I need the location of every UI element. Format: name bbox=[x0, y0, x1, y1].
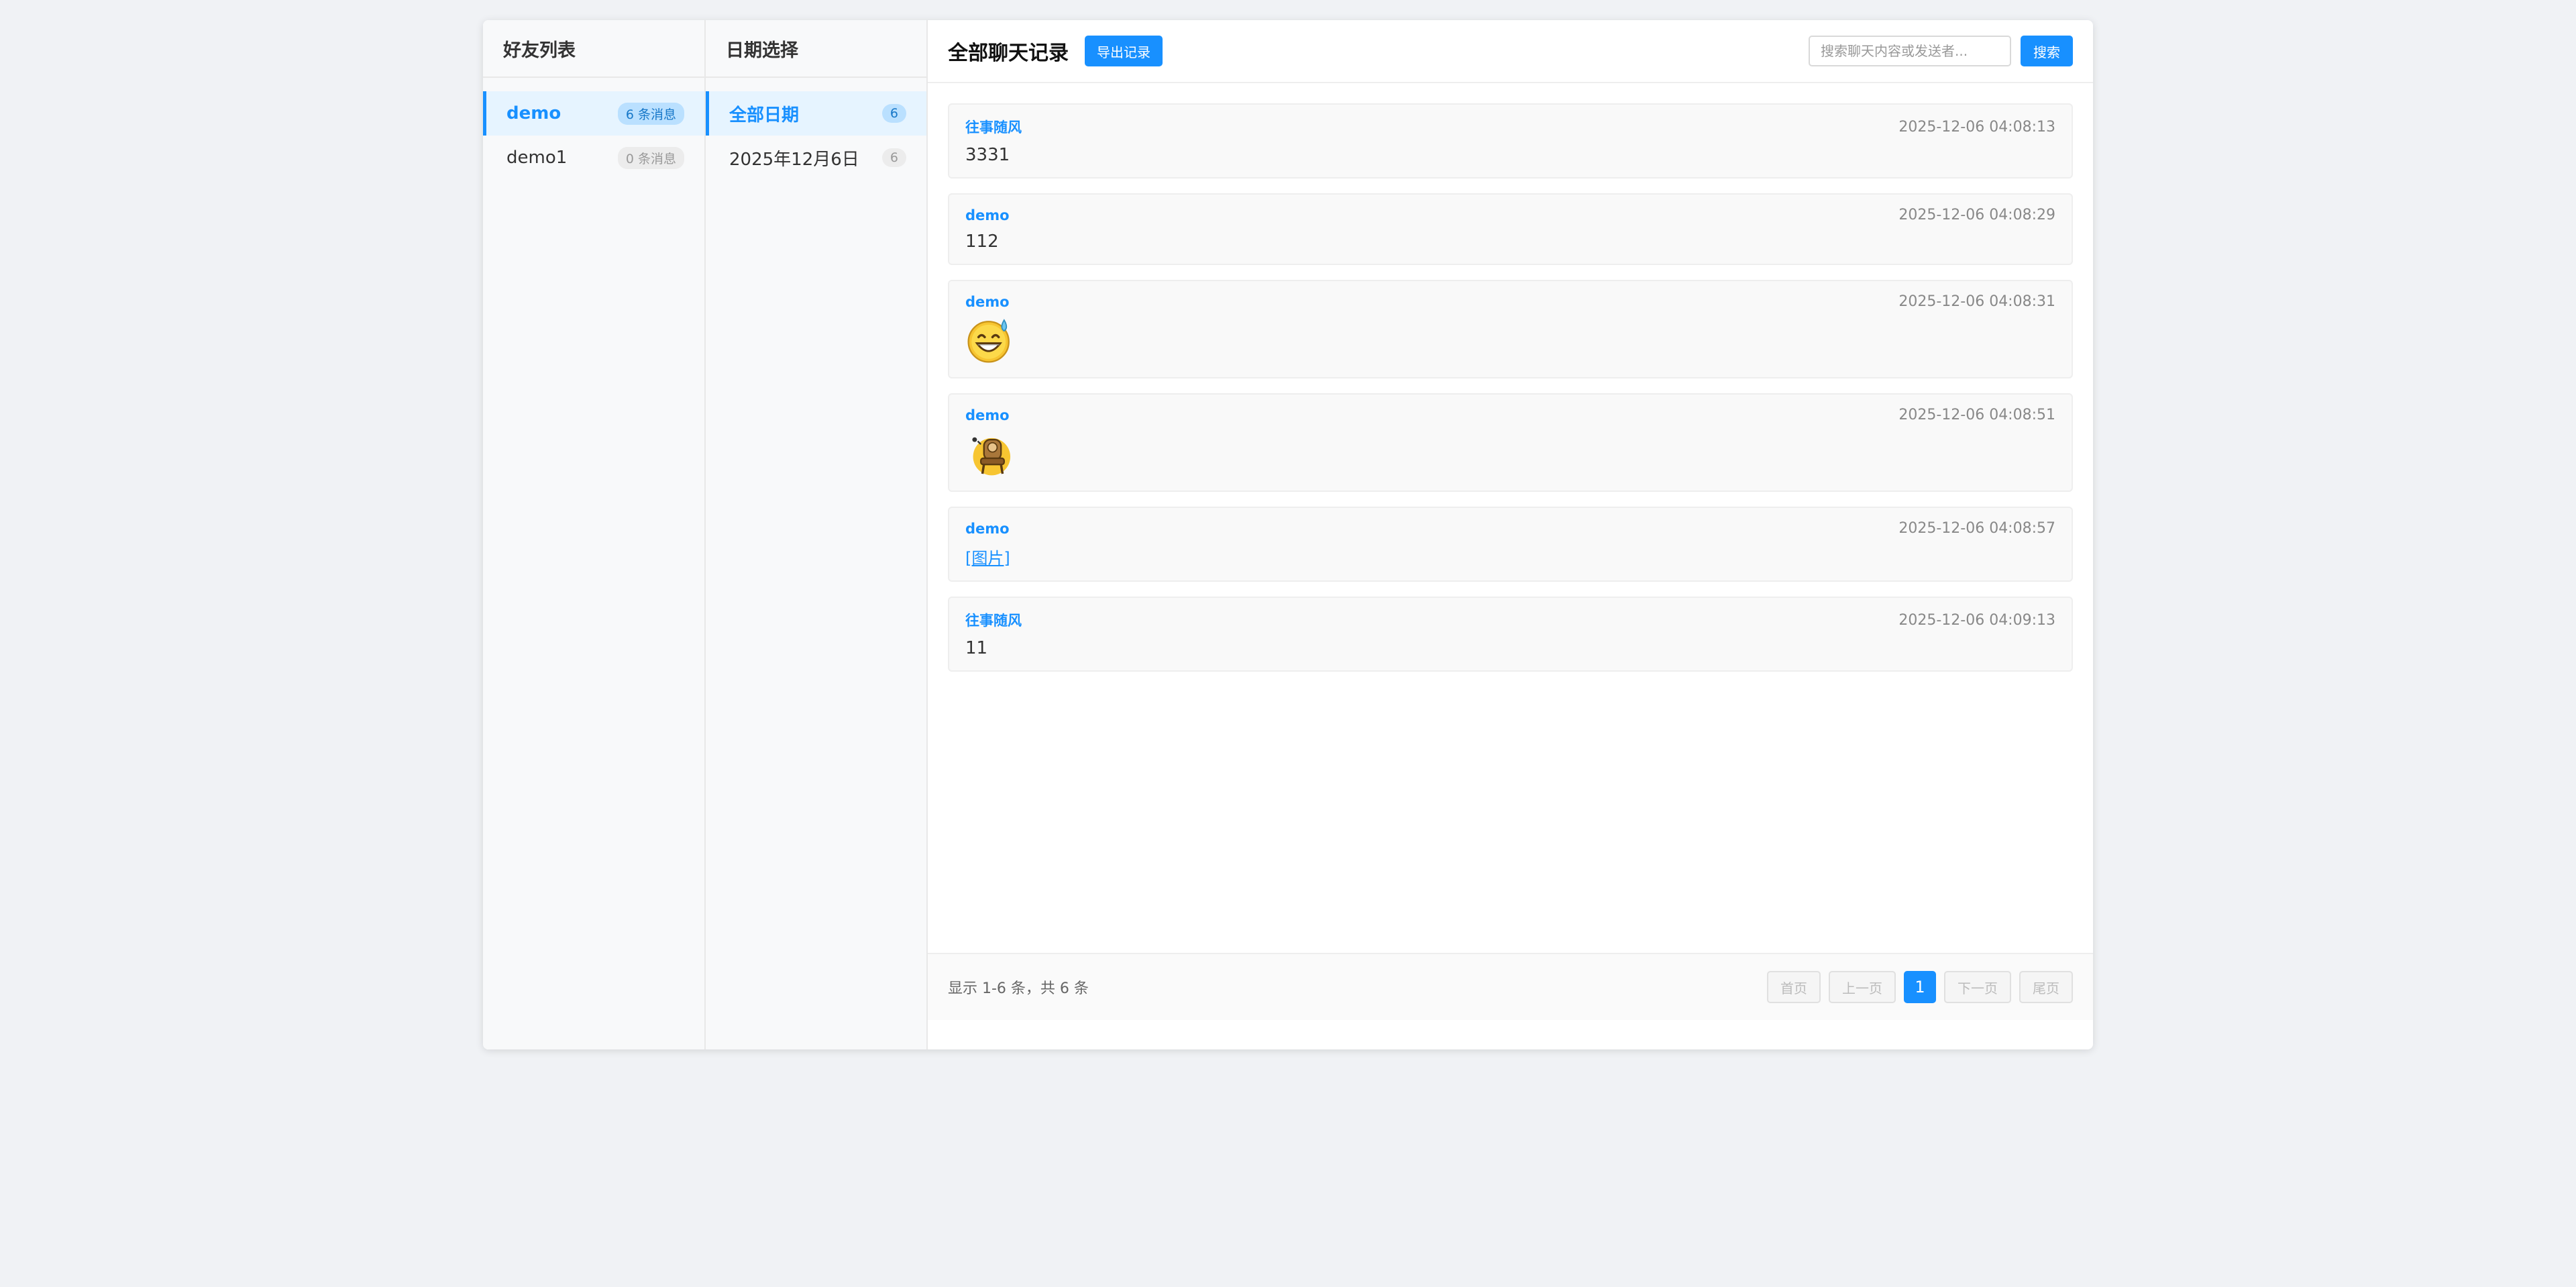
grinning-sweat-emoji-icon bbox=[967, 319, 1010, 363]
friends-title: 好友列表 bbox=[483, 20, 704, 78]
prev-page-button[interactable]: 上一页 bbox=[1829, 971, 1896, 1003]
dates-panel: 日期选择 全部日期 6 2025年12月6日 6 bbox=[706, 20, 928, 1049]
message-text: 112 bbox=[965, 231, 999, 252]
date-label: 2025年12月6日 bbox=[729, 149, 859, 170]
message-header: 往事随风 2025-12-06 04:09:13 bbox=[965, 610, 2055, 630]
message-header: 往事随风 2025-12-06 04:08:13 bbox=[965, 117, 2055, 137]
message-text: 3331 bbox=[965, 145, 1010, 165]
message-header: demo 2025-12-06 04:08:29 bbox=[965, 207, 2055, 223]
message-time: 2025-12-06 04:08:13 bbox=[1898, 118, 2055, 136]
message-item: demo 2025-12-06 04:08:51 bbox=[948, 393, 2073, 492]
export-button[interactable]: 导出记录 bbox=[1085, 36, 1163, 66]
friend-item-demo1[interactable]: demo1 0 条消息 bbox=[483, 136, 704, 180]
search-input[interactable] bbox=[1809, 36, 2011, 66]
friends-list: demo 6 条消息 demo1 0 条消息 bbox=[483, 78, 704, 180]
message-item: demo 2025-12-06 04:08:29 112 bbox=[948, 193, 2073, 265]
friend-item-demo[interactable]: demo 6 条消息 bbox=[483, 91, 704, 136]
friend-name: demo1 bbox=[506, 148, 568, 168]
last-page-button[interactable]: 尾页 bbox=[2019, 971, 2073, 1003]
chat-history-app: 好友列表 demo 6 条消息 demo1 0 条消息 日期选择 全部日期 6 … bbox=[483, 20, 2093, 1049]
pagination-info: 显示 1-6 条，共 6 条 bbox=[948, 980, 1089, 997]
message-item: demo 2025-12-06 04:08:57 [图片] bbox=[948, 507, 2073, 582]
message-content: [图片] bbox=[965, 545, 2055, 568]
chair-sticker-emoji-icon bbox=[972, 437, 1011, 476]
main-header: 全部聊天记录 导出记录 搜索 bbox=[928, 20, 2093, 83]
chat-main-panel: 全部聊天记录 导出记录 搜索 往事随风 2025-12-06 04:08:13 … bbox=[928, 20, 2093, 1049]
message-header: demo 2025-12-06 04:08:31 bbox=[965, 293, 2055, 310]
message-time: 2025-12-06 04:08:57 bbox=[1898, 520, 2055, 537]
message-time: 2025-12-06 04:08:29 bbox=[1898, 207, 2055, 223]
page-title: 全部聊天记录 bbox=[948, 42, 1069, 65]
pagination-bar: 显示 1-6 条，共 6 条 首页 上一页 1 下一页 尾页 bbox=[928, 953, 2093, 1020]
search-button[interactable]: 搜索 bbox=[2021, 36, 2073, 66]
first-page-button[interactable]: 首页 bbox=[1767, 971, 1821, 1003]
dates-list: 全部日期 6 2025年12月6日 6 bbox=[706, 78, 926, 180]
image-link[interactable]: [图片] bbox=[965, 549, 1010, 568]
date-item-all[interactable]: 全部日期 6 bbox=[706, 91, 926, 136]
message-sender[interactable]: demo bbox=[965, 521, 1010, 537]
date-item-2025-12-06[interactable]: 2025年12月6日 6 bbox=[706, 136, 926, 180]
message-time: 2025-12-06 04:09:13 bbox=[1898, 611, 2055, 629]
dates-title: 日期选择 bbox=[706, 20, 926, 78]
message-time: 2025-12-06 04:08:51 bbox=[1898, 407, 2055, 423]
message-list: 往事随风 2025-12-06 04:08:13 3331 demo 2025-… bbox=[928, 83, 2093, 1049]
pagination: 首页 上一页 1 下一页 尾页 bbox=[1767, 971, 2073, 1003]
friends-panel: 好友列表 demo 6 条消息 demo1 0 条消息 bbox=[483, 20, 706, 1049]
date-label: 全部日期 bbox=[729, 105, 800, 125]
message-item: 往事随风 2025-12-06 04:09:13 11 bbox=[948, 597, 2073, 672]
message-sender[interactable]: demo bbox=[965, 407, 1010, 423]
date-count-badge: 6 bbox=[881, 148, 906, 167]
message-count-badge: 6 条消息 bbox=[617, 102, 684, 125]
message-text: 11 bbox=[965, 638, 988, 658]
message-time: 2025-12-06 04:08:31 bbox=[1898, 293, 2055, 310]
page-1-button[interactable]: 1 bbox=[1904, 971, 1936, 1003]
message-sender[interactable]: demo bbox=[965, 294, 1010, 310]
message-header: demo 2025-12-06 04:08:57 bbox=[965, 520, 2055, 537]
message-sender[interactable]: 往事随风 bbox=[965, 610, 1022, 630]
date-count-badge: 6 bbox=[881, 104, 906, 123]
message-item: demo 2025-12-06 04:08:31 bbox=[948, 280, 2073, 378]
message-sender[interactable]: 往事随风 bbox=[965, 117, 1022, 137]
message-header: demo 2025-12-06 04:08:51 bbox=[965, 407, 2055, 423]
message-count-badge: 0 条消息 bbox=[617, 146, 684, 169]
message-sender[interactable]: demo bbox=[965, 207, 1010, 223]
message-item: 往事随风 2025-12-06 04:08:13 3331 bbox=[948, 103, 2073, 178]
next-page-button[interactable]: 下一页 bbox=[1944, 971, 2011, 1003]
friend-name: demo bbox=[506, 103, 561, 123]
